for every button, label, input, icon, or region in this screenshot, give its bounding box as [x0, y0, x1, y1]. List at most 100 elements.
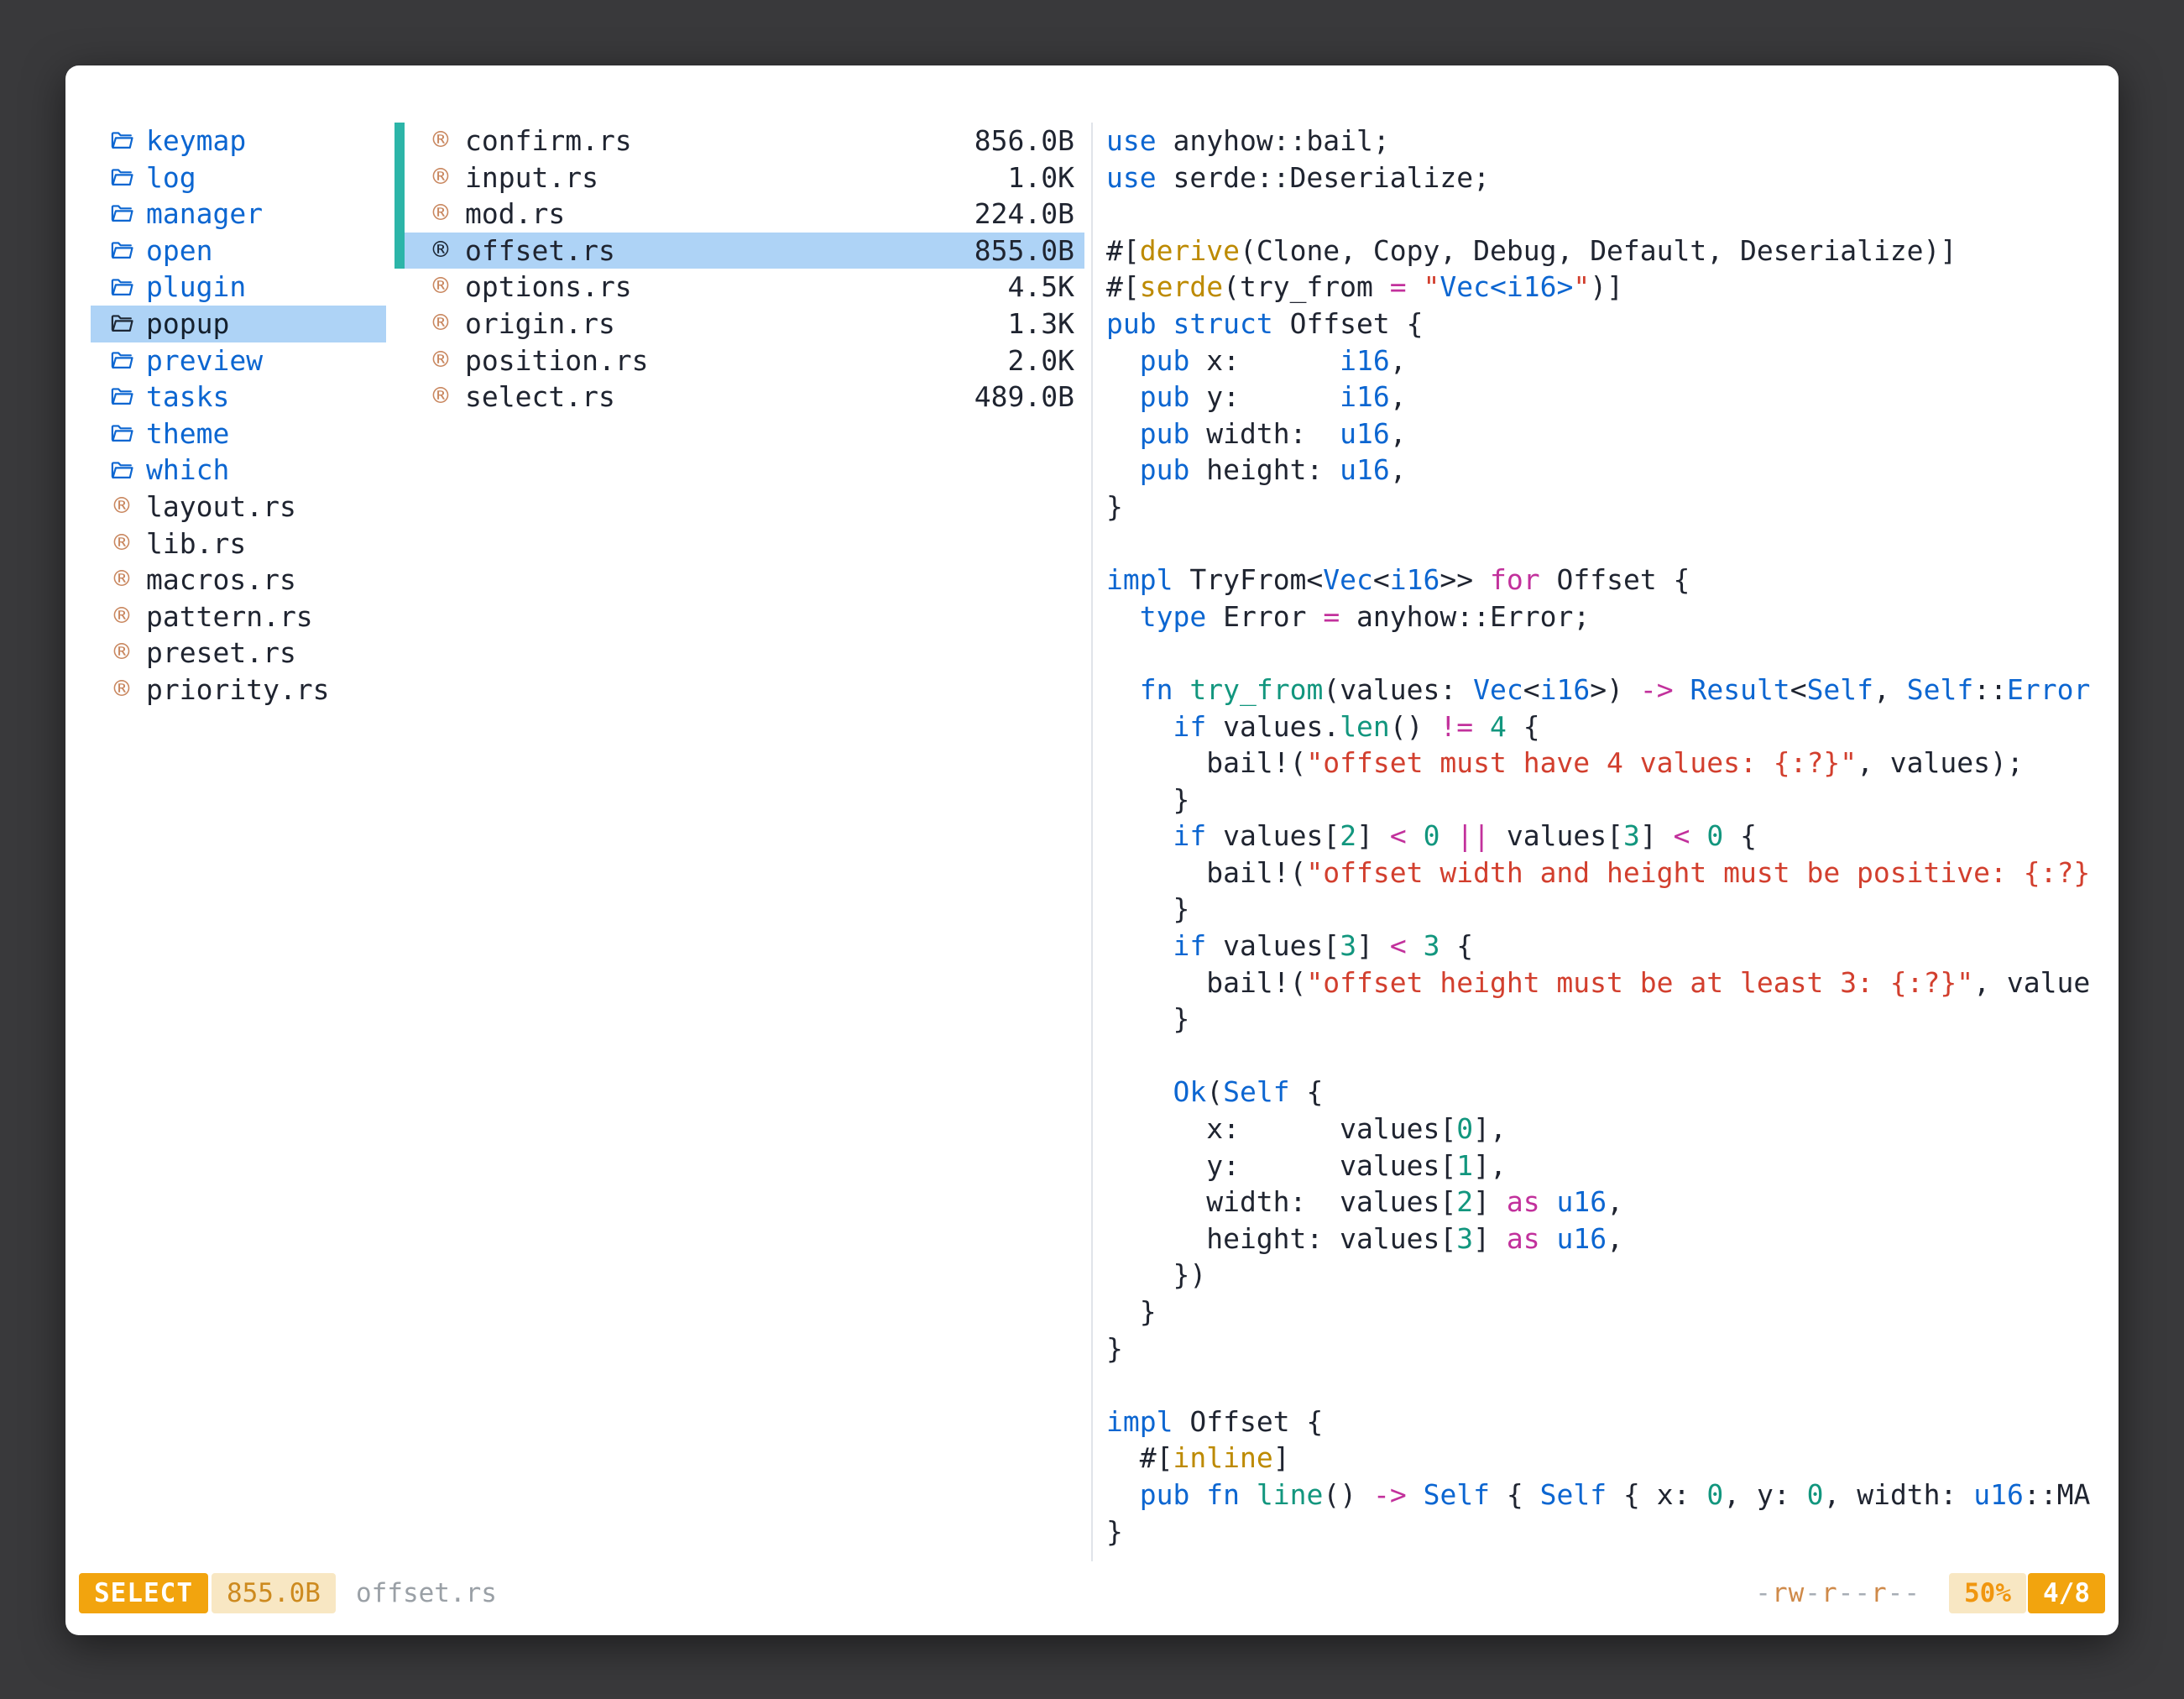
- code-line: }: [1106, 489, 2095, 525]
- rust-file-icon: ®: [426, 269, 455, 306]
- rust-file-icon: ®: [426, 123, 455, 159]
- rust-file-icon: ®: [426, 306, 455, 342]
- file-label: lib.rs: [146, 525, 246, 562]
- rust-file-icon: ®: [107, 635, 136, 672]
- selection-marker: [394, 379, 405, 416]
- folder-icon: [107, 237, 136, 265]
- rust-file-icon: ®: [107, 672, 136, 708]
- file-row-confirm.rs[interactable]: ® confirm.rs 856.0B: [394, 123, 1084, 159]
- code-line: [1106, 1038, 2095, 1074]
- dir-item-log[interactable]: log: [91, 159, 386, 196]
- file-item-preset.rs[interactable]: ® preset.rs: [91, 635, 386, 672]
- code-line: [1106, 525, 2095, 562]
- file-item-pattern.rs[interactable]: ® pattern.rs: [91, 599, 386, 635]
- dir-item-keymap[interactable]: keymap: [91, 123, 386, 159]
- dir-item-popup[interactable]: popup: [91, 306, 386, 342]
- folder-icon: [107, 420, 136, 448]
- file-label: layout.rs: [146, 489, 296, 525]
- file-row-select.rs[interactable]: ®select.rs489.0B: [394, 379, 1084, 416]
- code-line: bail!("offset must have 4 values: {:?}",…: [1106, 745, 2095, 782]
- cursor-position-badge: 4/8: [2028, 1573, 2105, 1613]
- rust-file-icon: ®: [107, 525, 136, 562]
- file-size: 856.0B: [974, 123, 1084, 159]
- dir-label: open: [146, 233, 212, 269]
- code-line: bail!("offset width and height must be p…: [1106, 855, 2095, 891]
- permissions: -rw-r--r--: [1755, 1578, 1920, 1608]
- code-line: type Error = anyhow::Error;: [1106, 599, 2095, 635]
- folder-icon: [107, 163, 136, 191]
- mode-badge: SELECT: [79, 1573, 208, 1613]
- code-line: [1106, 1367, 2095, 1404]
- file-label: macros.rs: [146, 562, 296, 599]
- code-line: if values.len() != 4 {: [1106, 708, 2095, 745]
- code-line: width: values[2] as u16,: [1106, 1184, 2095, 1221]
- dir-item-plugin[interactable]: plugin: [91, 269, 386, 306]
- dir-item-theme[interactable]: theme: [91, 416, 386, 452]
- dir-item-open[interactable]: open: [91, 233, 386, 269]
- code-line: impl Offset {: [1106, 1404, 2095, 1440]
- file-row-mod.rs[interactable]: ®mod.rs224.0B: [394, 196, 1084, 233]
- rust-file-icon: ®: [426, 379, 455, 416]
- file-name: origin.rs: [465, 306, 615, 342]
- file-label: preset.rs: [146, 635, 296, 672]
- file-row-options.rs[interactable]: ®options.rs4.5K: [394, 269, 1084, 306]
- current-directory-pane: ® confirm.rs 856.0B ® input.rs 1.0K®mod.rs224…: [394, 123, 1084, 416]
- dir-label: which: [146, 452, 229, 489]
- file-label: priority.rs: [146, 672, 330, 708]
- pane-separator: [1091, 123, 1093, 1561]
- code-line: pub struct Offset {: [1106, 306, 2095, 342]
- rust-file-icon: ®: [107, 489, 136, 525]
- file-row-input.rs[interactable]: ® input.rs 1.0K: [394, 159, 1084, 196]
- selection-marker: [394, 123, 405, 159]
- code-line: [1106, 635, 2095, 672]
- file-size: 4.5K: [1008, 269, 1084, 306]
- file-item-macros.rs[interactable]: ®macros.rs: [91, 562, 386, 599]
- code-line: }: [1106, 1001, 2095, 1038]
- dir-label: theme: [146, 416, 229, 452]
- file-name: input.rs: [465, 159, 598, 196]
- code-line: use serde::Deserialize;: [1106, 159, 2095, 196]
- dir-item-preview[interactable]: preview: [91, 342, 386, 379]
- file-size: 2.0K: [1008, 342, 1084, 379]
- file-manager-window: keymaplogmanageropenpluginpopuppreviewta…: [65, 65, 2119, 1635]
- file-item-lib.rs[interactable]: ® lib.rs: [91, 525, 386, 562]
- file-row-position.rs[interactable]: ®position.rs2.0K: [394, 342, 1084, 379]
- rust-file-icon: ®: [426, 159, 455, 196]
- rust-file-icon: ®: [426, 342, 455, 379]
- rust-file-icon: ®: [107, 599, 136, 635]
- dir-label: tasks: [146, 379, 229, 416]
- code-line: }): [1106, 1257, 2095, 1294]
- rust-file-icon: ®: [426, 233, 455, 269]
- dir-item-which[interactable]: which: [91, 452, 386, 489]
- code-line: }: [1106, 782, 2095, 818]
- file-size: 1.3K: [1008, 306, 1084, 342]
- file-item-layout.rs[interactable]: ® layout.rs: [91, 489, 386, 525]
- code-line: }: [1106, 891, 2095, 928]
- folder-icon: [107, 127, 136, 155]
- dir-item-manager[interactable]: manager: [91, 196, 386, 233]
- rust-file-icon: ®: [426, 196, 455, 233]
- file-row-origin.rs[interactable]: ® origin.rs 1.3K: [394, 306, 1084, 342]
- selection-marker: [394, 342, 405, 379]
- selection-marker: [394, 233, 405, 269]
- file-size-badge: 855.0B: [212, 1573, 336, 1613]
- code-line: #[inline]: [1106, 1440, 2095, 1477]
- code-line: }: [1106, 1513, 2095, 1550]
- code-line: impl TryFrom<Vec<i16>> for Offset {: [1106, 562, 2095, 599]
- file-size: 1.0K: [1008, 159, 1084, 196]
- file-name: select.rs: [465, 379, 615, 416]
- code-line: }: [1106, 1330, 2095, 1367]
- status-filename: offset.rs: [356, 1578, 497, 1608]
- file-label: pattern.rs: [146, 599, 313, 635]
- code-line: if values[3] < 3 {: [1106, 928, 2095, 965]
- file-item-priority.rs[interactable]: ® priority.rs: [91, 672, 386, 708]
- dir-item-tasks[interactable]: tasks: [91, 379, 386, 416]
- file-row-offset.rs[interactable]: ®offset.rs855.0B: [394, 233, 1084, 269]
- file-name: confirm.rs: [465, 123, 632, 159]
- file-size: 224.0B: [974, 196, 1084, 233]
- code-line: y: values[1],: [1106, 1147, 2095, 1184]
- dir-label: keymap: [146, 123, 246, 159]
- scroll-percent-badge: 50%: [1949, 1573, 2026, 1613]
- code-line: x: values[0],: [1106, 1111, 2095, 1147]
- code-line: #[serde(try_from = "Vec<i16>")]: [1106, 269, 2095, 306]
